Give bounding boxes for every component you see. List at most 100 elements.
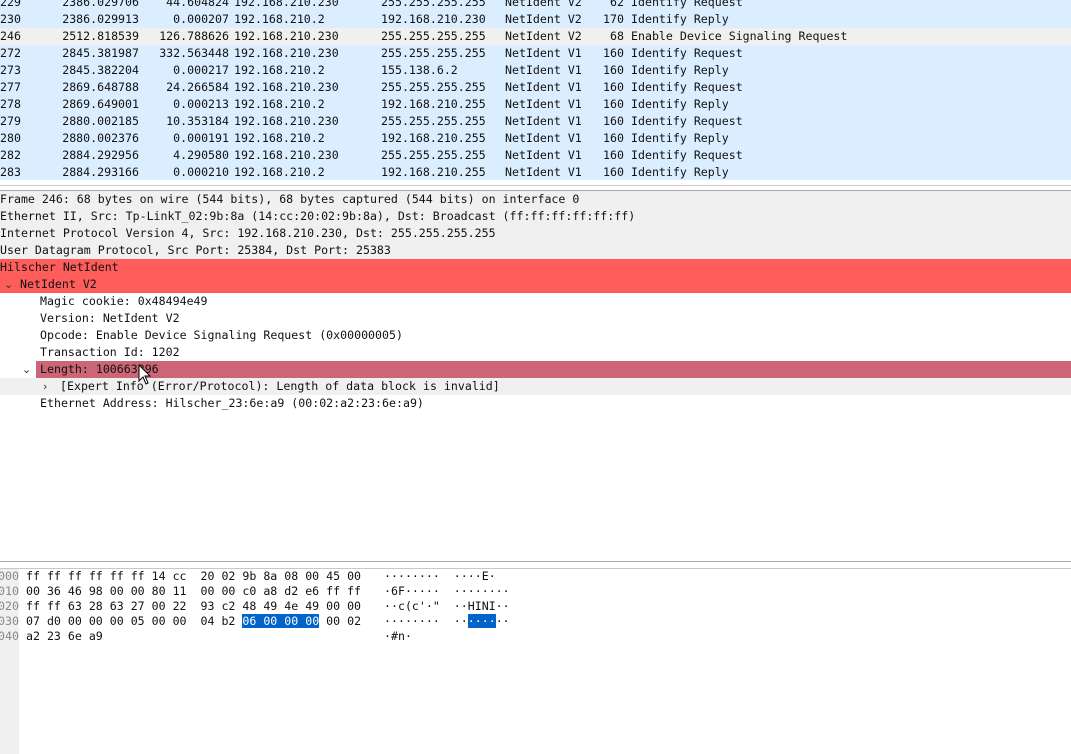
packet-cell-no: 277 [0,80,21,94]
packet-row[interactable]: 273 2845.382204 0.000217 192.168.210.2 155.1… [0,62,1071,79]
packet-cell-dst: 155.138.6.2 [381,63,458,77]
detail-opcode[interactable]: Opcode: Enable Device Signaling Request … [0,327,1071,344]
bytes-hex-part: ff ff ff ff ff ff 14 cc 20 02 9b 8a 08 0… [26,569,362,583]
detail-version[interactable]: Version: NetIdent V2 [0,310,1071,327]
packet-cell-no: 230 [0,12,21,26]
packet-cell-no: 273 [0,63,21,77]
bytes-row[interactable]: 0010 00 36 46 98 00 00 80 11 00 00 c0 a8 … [0,584,1071,599]
detail-udp[interactable]: User Datagram Protocol, Src Port: 25384,… [0,242,1071,259]
bytes-row[interactable]: 0000 ff ff ff ff ff ff 14 cc 20 02 9b 8a … [0,569,1071,584]
bytes-ascii[interactable]: ········ ········ [384,614,510,629]
packet-cell-src: 192.168.210.230 [234,114,339,128]
bytes-ascii[interactable]: ········ ····E· [384,569,496,584]
packet-cell-len: 160 [603,97,624,111]
packet-cell-len: 160 [603,165,624,179]
packet-cell-time: 2880.002185 [62,114,139,128]
bytes-ascii-selected: ···· [467,614,496,628]
bytes-hex[interactable]: ff ff 63 28 63 27 00 22 93 c2 48 49 4e 4… [26,599,361,614]
pane-splitter-top[interactable] [0,180,1071,191]
bytes-ascii-part: ········ ····E· [384,569,496,583]
bytes-row[interactable]: 0020 ff ff 63 28 63 27 00 22 93 c2 48 49 … [0,599,1071,614]
packet-cell-proto: NetIdent V1 [505,131,582,145]
packet-cell-no: 229 [0,0,21,9]
packet-cell-delta: 0.000213 [173,97,229,111]
packet-list[interactable]: 229 2386.029706 44.604824 192.168.210.230 25… [0,0,1071,180]
packet-cell-src: 192.168.210.2 [234,97,325,111]
packet-row[interactable]: 230 2386.029913 0.000207 192.168.210.2 192.1… [0,11,1071,28]
bytes-row[interactable]: 0040 a2 23 6e a9 ·#n· [0,629,1071,644]
packet-cell-info: Identify Request [631,80,743,94]
packet-cell-no: 279 [0,114,21,128]
pane-splitter-bottom[interactable] [0,561,1071,569]
detail-eth-addr[interactable]: Ethernet Address: Hilscher_23:6e:a9 (00:… [0,395,1071,412]
bytes-row[interactable]: 0030 07 d0 00 00 00 05 00 00 04 b2 06 00 … [0,614,1071,629]
packet-row[interactable]: 282 2884.292956 4.290580 192.168.210.230 255… [0,147,1071,164]
bytes-ascii[interactable]: ··c(c'·" ··HINI·· [384,599,510,614]
bytes-ascii-part: ··c(c'·" ··HINI·· [384,599,510,613]
packet-cell-proto: NetIdent V1 [505,97,582,111]
detail-ethernet-text: Ethernet II, Src: Tp-LinkT_02:9b:8a (14:… [0,209,636,223]
packet-cell-src: 192.168.210.2 [234,131,325,145]
packet-cell-no: 280 [0,131,21,145]
detail-expert[interactable]: › [Expert Info (Error/Protocol): Length … [0,378,1071,395]
packet-cell-time: 2512.818539 [62,29,139,43]
packet-cell-info: Identify Reply [631,63,729,77]
bytes-hex[interactable]: 00 36 46 98 00 00 80 11 00 00 c0 a8 d2 e… [26,584,361,599]
packet-details[interactable]: Frame 246: 68 bytes on wire (544 bits), … [0,191,1071,561]
detail-frame[interactable]: Frame 246: 68 bytes on wire (544 bits), … [0,191,1071,208]
packet-cell-src: 192.168.210.230 [234,29,339,43]
bytes-hex[interactable]: a2 23 6e a9 [26,629,103,644]
packet-cell-dst: 192.168.210.255 [381,131,486,145]
bytes-hex[interactable]: ff ff ff ff ff ff 14 cc 20 02 9b 8a 08 0… [26,569,361,584]
bytes-hex-part: ff ff 63 28 63 27 00 22 93 c2 48 49 4e 4… [26,599,362,613]
chevron-down-icon[interactable]: ⌄ [22,361,31,378]
packet-row[interactable]: 272 2845.381987 332.563448 192.168.210.230 2… [0,45,1071,62]
packet-cell-src: 192.168.210.230 [234,46,339,60]
detail-version-text: Version: NetIdent V2 [40,311,180,325]
packet-row[interactable]: 283 2884.293166 0.000210 192.168.210.2 192.1… [0,164,1071,180]
packet-cell-time: 2884.292956 [62,148,139,162]
packet-cell-no: 283 [0,165,21,179]
packet-cell-src: 192.168.210.230 [234,80,339,94]
packet-cell-no: 272 [0,46,21,60]
packet-row[interactable]: 279 2880.002185 10.353184 192.168.210.230 25… [0,113,1071,130]
detail-hilscher-text: Hilscher NetIdent [0,260,119,274]
packet-cell-len: 160 [603,131,624,145]
packet-cell-delta: 0.000210 [173,165,229,179]
bytes-hex-part: 00 02 [319,614,362,628]
detail-ethernet[interactable]: Ethernet II, Src: Tp-LinkT_02:9b:8a (14:… [0,208,1071,225]
packet-cell-proto: NetIdent V1 [505,46,582,60]
packet-cell-proto: NetIdent V1 [505,80,582,94]
bytes-ascii[interactable]: ·#n· [384,629,412,644]
detail-ip[interactable]: Internet Protocol Version 4, Src: 192.16… [0,225,1071,242]
chevron-right-icon[interactable]: › [43,378,47,395]
detail-magic[interactable]: Magic cookie: 0x48494e49 [0,293,1071,310]
bytes-hex-selected: 06 00 00 00 [242,614,320,628]
bytes-offset: 0020 [0,599,19,613]
bytes-offset: 0040 [0,629,19,643]
packet-cell-info: Identify Request [631,114,743,128]
bytes-ascii-part: ········ ·· [384,614,468,628]
packet-row[interactable]: 278 2869.649001 0.000213 192.168.210.2 192.1… [0,96,1071,113]
bytes-ascii-part: ·#n· [384,629,412,643]
packet-cell-proto: NetIdent V2 [505,29,582,43]
chevron-down-icon[interactable]: ⌄ [4,276,13,293]
packet-row[interactable]: 280 2880.002376 0.000191 192.168.210.2 192.1… [0,130,1071,147]
detail-length[interactable]: ⌄ Length: 100663296 [0,361,1071,378]
bytes-hex[interactable]: 07 d0 00 00 00 05 00 00 04 b2 06 00 00 0… [26,614,361,629]
packet-row[interactable]: 246 2512.818539 126.788626 192.168.210.230 2… [0,28,1071,45]
packet-cell-proto: NetIdent V1 [505,165,582,179]
packet-row[interactable]: 277 2869.648788 24.266584 192.168.210.230 25… [0,79,1071,96]
packet-bytes[interactable]: 0000 ff ff ff ff ff ff 14 cc 20 02 9b 8a … [0,569,1071,754]
detail-netident[interactable]: ⌄ NetIdent V2 [0,276,1071,293]
bytes-ascii[interactable]: ·6F····· ········ [384,584,510,599]
detail-transaction[interactable]: Transaction Id: 1202 [0,344,1071,361]
packet-cell-delta: 0.000217 [173,63,229,77]
packet-cell-dst: 255.255.255.255 [381,0,486,9]
packet-row[interactable]: 229 2386.029706 44.604824 192.168.210.230 25… [0,0,1071,11]
packet-cell-dst: 192.168.210.255 [381,97,486,111]
detail-hilscher[interactable]: Hilscher NetIdent [0,259,1071,276]
packet-cell-delta: 4.290580 [173,148,229,162]
detail-eth-addr-text: Ethernet Address: Hilscher_23:6e:a9 (00:… [40,396,424,410]
detail-udp-text: User Datagram Protocol, Src Port: 25384,… [0,243,391,257]
